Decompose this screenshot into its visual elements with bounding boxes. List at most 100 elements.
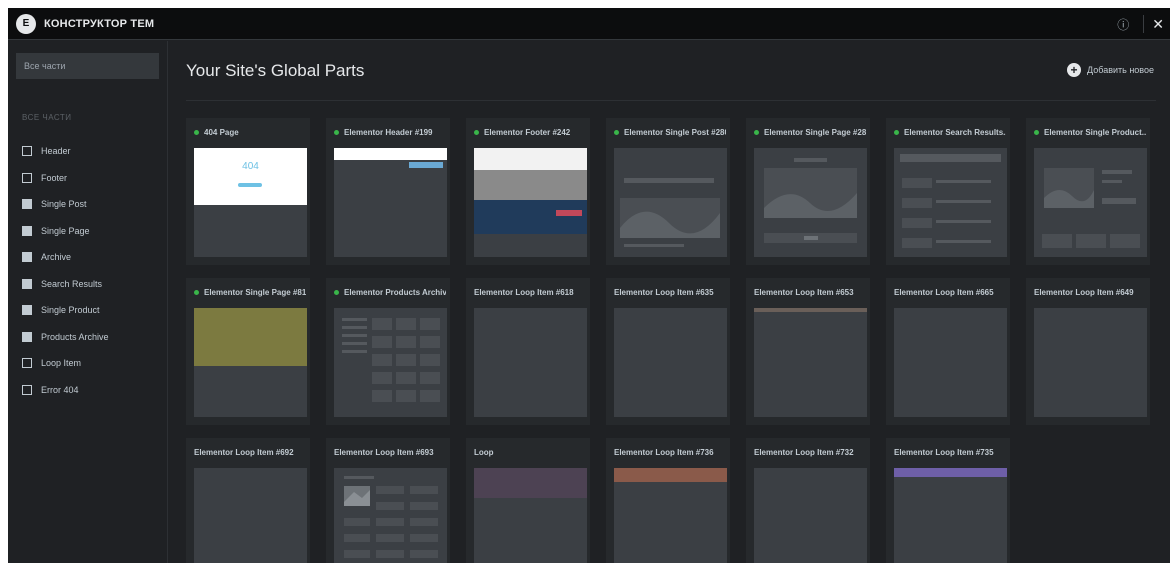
template-card[interactable]: Elementor Single Post #280 [606, 118, 730, 265]
active-status-dot [614, 130, 619, 135]
template-card[interactable]: Elementor Single Page #816 [186, 278, 310, 425]
card-thumbnail[interactable] [614, 468, 727, 563]
card-thumbnail[interactable] [754, 148, 867, 257]
add-new-label: Добавить новое [1087, 65, 1154, 75]
plus-icon: + [1067, 63, 1082, 77]
sidebar-item-label: Single Product [41, 305, 100, 316]
add-new-button[interactable]: + Добавить новое [1067, 63, 1154, 77]
card-title: Elementor Loop Item #635 [614, 288, 714, 297]
sidebar: Все части ВСЕ ЧАСТИ Header Footer Single… [8, 41, 168, 563]
card-thumbnail[interactable] [614, 148, 727, 257]
sidebar-item-search-results[interactable]: Search Results [8, 271, 167, 298]
template-card[interactable]: Elementor Search Results... [886, 118, 1010, 265]
sidebar-item-single-post[interactable]: Single Post [8, 191, 167, 218]
card-title: Elementor Single Page #287 [764, 128, 866, 137]
card-thumbnail[interactable] [894, 468, 1007, 563]
sidebar-list: Header Footer Single Post Single Page Ar… [8, 138, 167, 403]
template-card[interactable]: Elementor Products Archiv... [326, 278, 450, 425]
card-thumbnail[interactable] [194, 468, 307, 563]
template-card[interactable]: Elementor Single Product... [1026, 118, 1150, 265]
all-parts-button[interactable]: Все части [16, 53, 159, 79]
sidebar-item-label: Error 404 [41, 384, 79, 395]
active-status-dot [334, 130, 339, 135]
active-status-dot [194, 290, 199, 295]
card-title: Loop [474, 448, 494, 457]
divider [186, 100, 1156, 101]
active-status-dot [194, 130, 199, 135]
sidebar-item-products-archive[interactable]: Products Archive [8, 324, 167, 351]
card-title: Elementor Loop Item #735 [894, 448, 994, 457]
card-title: Elementor Loop Item #693 [334, 448, 434, 457]
card-thumbnail[interactable] [334, 308, 447, 417]
card-thumbnail[interactable]: 404 [194, 148, 307, 257]
card-thumbnail[interactable] [614, 308, 727, 417]
template-card[interactable]: Elementor Loop Item #618 [466, 278, 590, 425]
sidebar-item-label: Archive [41, 252, 72, 263]
single-page-icon [22, 225, 32, 236]
template-card[interactable]: Elementor Loop Item #635 [606, 278, 730, 425]
page-title: Your Site's Global Parts [186, 61, 365, 80]
card-thumbnail[interactable] [1034, 308, 1147, 417]
card-thumbnail[interactable] [894, 308, 1007, 417]
template-card[interactable]: Elementor Loop Item #665 [886, 278, 1010, 425]
card-title: Elementor Footer #242 [484, 128, 571, 137]
sidebar-item-loop-item[interactable]: Loop Item [8, 350, 167, 377]
template-card[interactable]: Elementor Loop Item #732 [746, 438, 870, 563]
card-thumbnail[interactable] [474, 308, 587, 417]
info-icon[interactable]: ⓘ [1117, 16, 1129, 33]
main-content: Your Site's Global Parts + Добавить ново… [169, 41, 1170, 563]
card-title: Elementor Loop Item #653 [754, 288, 854, 297]
template-card[interactable]: Elementor Loop Item #735 [886, 438, 1010, 563]
sidebar-item-single-page[interactable]: Single Page [8, 218, 167, 245]
template-card[interactable]: Elementor Header #199 [326, 118, 450, 265]
template-card[interactable]: Elementor Loop Item #692 [186, 438, 310, 563]
products-archive-icon [22, 331, 32, 342]
close-icon[interactable]: ✕ [1152, 16, 1164, 33]
sidebar-item-error-404[interactable]: Error 404 [8, 377, 167, 404]
card-thumbnail[interactable] [194, 308, 307, 417]
archive-icon [22, 252, 32, 263]
template-card[interactable]: Elementor Loop Item #693 [326, 438, 450, 563]
theme-builder-window: E КОНСТРУКТОР ТЕМ ⓘ ✕ Все части ВСЕ ЧАСТ… [8, 8, 1170, 563]
card-title: Elementor Products Archiv... [344, 288, 446, 297]
sidebar-item-label: Single Page [41, 225, 90, 236]
card-thumbnail[interactable] [754, 308, 867, 417]
card-thumbnail[interactable] [894, 148, 1007, 257]
template-card[interactable]: Loop [466, 438, 590, 563]
template-card[interactable]: Elementor Single Page #287 [746, 118, 870, 265]
template-card[interactable]: Elementor Loop Item #649 [1026, 278, 1150, 425]
active-status-dot [1034, 130, 1039, 135]
sidebar-item-archive[interactable]: Archive [8, 244, 167, 271]
card-thumbnail[interactable] [474, 468, 587, 563]
active-status-dot [474, 130, 479, 135]
active-status-dot [894, 130, 899, 135]
card-thumbnail[interactable] [474, 148, 587, 257]
loop-item-icon [22, 358, 32, 369]
active-status-dot [334, 290, 339, 295]
template-card[interactable]: 404 Page 404 [186, 118, 310, 265]
card-title: Elementor Loop Item #618 [474, 288, 574, 297]
sidebar-item-footer[interactable]: Footer [8, 165, 167, 192]
template-card[interactable]: Elementor Footer #242 [466, 118, 590, 265]
card-thumbnail[interactable] [1034, 148, 1147, 257]
sidebar-item-label: Products Archive [41, 331, 109, 342]
template-card[interactable]: Elementor Loop Item #653 [746, 278, 870, 425]
card-title: Elementor Single Product... [1044, 128, 1146, 137]
sidebar-item-header[interactable]: Header [8, 138, 167, 165]
card-thumbnail[interactable] [334, 468, 447, 563]
all-parts-label: Все части [24, 61, 66, 71]
sidebar-item-single-product[interactable]: Single Product [8, 297, 167, 324]
logo-letter: E [22, 18, 30, 29]
template-card[interactable]: Elementor Loop Item #736 [606, 438, 730, 563]
card-thumbnail[interactable] [334, 148, 447, 257]
error-404-icon [22, 384, 32, 395]
elementor-logo-icon: E [16, 13, 36, 34]
single-post-icon [22, 199, 32, 210]
card-thumbnail[interactable] [754, 468, 867, 563]
card-title: 404 Page [204, 128, 239, 137]
active-status-dot [754, 130, 759, 135]
card-title: Elementor Loop Item #736 [614, 448, 714, 457]
divider [1143, 15, 1145, 33]
card-title: Elementor Loop Item #649 [1034, 288, 1134, 297]
header-icon [22, 146, 32, 157]
